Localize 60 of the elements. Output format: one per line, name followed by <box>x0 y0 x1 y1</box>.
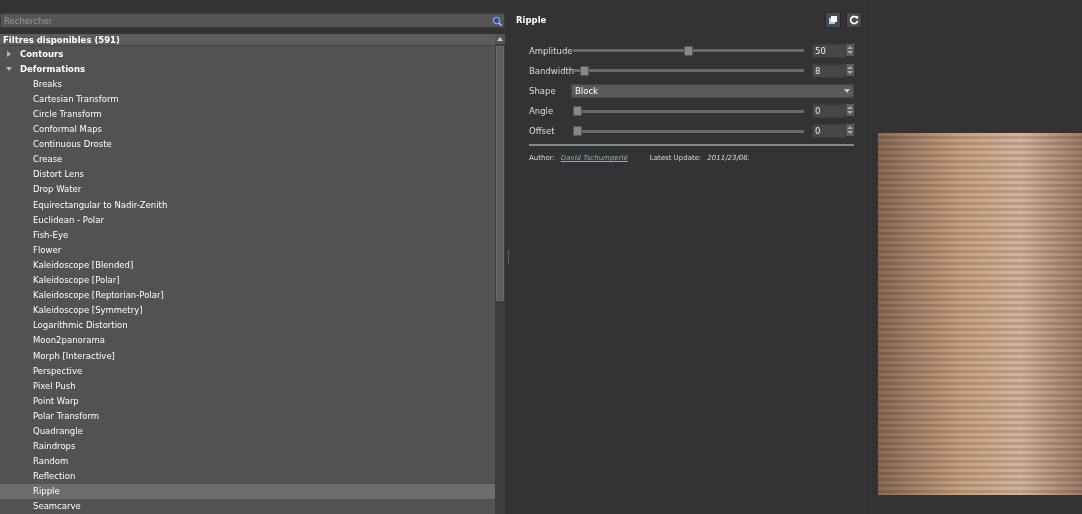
filter-item[interactable]: Ripple <box>0 483 495 499</box>
number-field[interactable]: 50 <box>812 44 846 58</box>
spin-arrows-icon[interactable] <box>846 44 854 56</box>
scroll-up-icon[interactable] <box>495 34 505 44</box>
filter-item[interactable]: Raindrops <box>0 438 495 454</box>
caret-icon[interactable] <box>6 65 12 72</box>
filter-item[interactable]: Polar Transform <box>0 408 495 424</box>
tree-category[interactable]: Deformations <box>0 61 495 77</box>
copy-button[interactable] <box>825 12 841 28</box>
caret-icon[interactable] <box>6 50 12 57</box>
caret-icon <box>844 89 850 93</box>
filter-item[interactable]: Moon2panorama <box>0 332 495 348</box>
filter-item[interactable]: Random <box>0 453 495 469</box>
filter-item[interactable]: Circle Transform <box>0 106 495 122</box>
filter-item[interactable]: Distort Lens <box>0 166 495 182</box>
slider-thumb[interactable] <box>573 106 582 116</box>
filter-item[interactable]: Pixel Push <box>0 378 495 394</box>
spin-arrows-icon[interactable] <box>846 64 854 76</box>
slider-thumb[interactable] <box>579 66 589 76</box>
filter-item[interactable]: Quadrangle <box>0 423 495 439</box>
list-header: Filtres disponibles (591) <box>0 34 495 47</box>
spin-arrows-icon[interactable] <box>846 124 854 136</box>
filter-item[interactable]: Kaleidoscope [Reptorian-Polar] <box>0 287 495 303</box>
filter-item[interactable]: Breaks <box>0 76 495 92</box>
tree-category[interactable]: Contours <box>0 46 495 62</box>
filter-item[interactable]: Reflection <box>0 468 495 484</box>
filter-item[interactable]: Point Warp <box>0 393 495 409</box>
filter-item[interactable]: Morph [Interactive] <box>0 347 495 364</box>
refresh-icon <box>849 15 859 25</box>
slider-thumb[interactable] <box>684 46 693 56</box>
filter-item[interactable]: Continuous Droste <box>0 136 495 152</box>
param-label: Angle <box>529 106 555 116</box>
squares-icon <box>828 15 838 25</box>
filter-item[interactable]: Crease <box>0 151 495 167</box>
param-label: Amplitude <box>529 46 571 56</box>
param-label: Shape <box>529 86 557 96</box>
filter-item[interactable]: Drop Water <box>0 181 495 198</box>
param-label: Offset <box>529 126 556 136</box>
spin-arrows-icon[interactable] <box>846 104 854 116</box>
filter-item[interactable]: Equirectangular to Nadir-Zenith <box>0 197 495 213</box>
filter-item[interactable]: Cartesian Transform <box>0 91 495 107</box>
filter-item[interactable]: Euclidean - Polar <box>0 212 495 228</box>
slider-thumb[interactable] <box>573 126 582 136</box>
filter-item[interactable]: Perspective <box>0 363 495 379</box>
filter-item[interactable]: Logarithmic Distortion <box>0 317 495 333</box>
reset-button[interactable] <box>846 12 862 28</box>
number-field[interactable]: 8 <box>812 64 846 78</box>
filter-item[interactable]: Flower <box>0 242 495 258</box>
splitter-handle[interactable] <box>507 251 510 263</box>
filter-item[interactable]: Kaleidoscope [Blended] <box>0 257 495 273</box>
filter-item[interactable]: Fish-Eye <box>0 227 495 243</box>
filter-item[interactable]: Conformal Maps <box>0 121 495 137</box>
scrollbar[interactable] <box>495 34 505 514</box>
filter-title: Ripple <box>516 15 548 25</box>
filter-item[interactable]: Kaleidoscope [Polar] <box>0 272 495 288</box>
number-field[interactable]: 0 <box>812 104 846 118</box>
filter-item[interactable]: Kaleidoscope [Symmetry] <box>0 302 495 318</box>
number-field[interactable]: 0 <box>812 124 846 138</box>
shape-dropdown[interactable]: Block <box>571 84 854 98</box>
filter-item[interactable]: Seamcarve <box>0 498 495 514</box>
